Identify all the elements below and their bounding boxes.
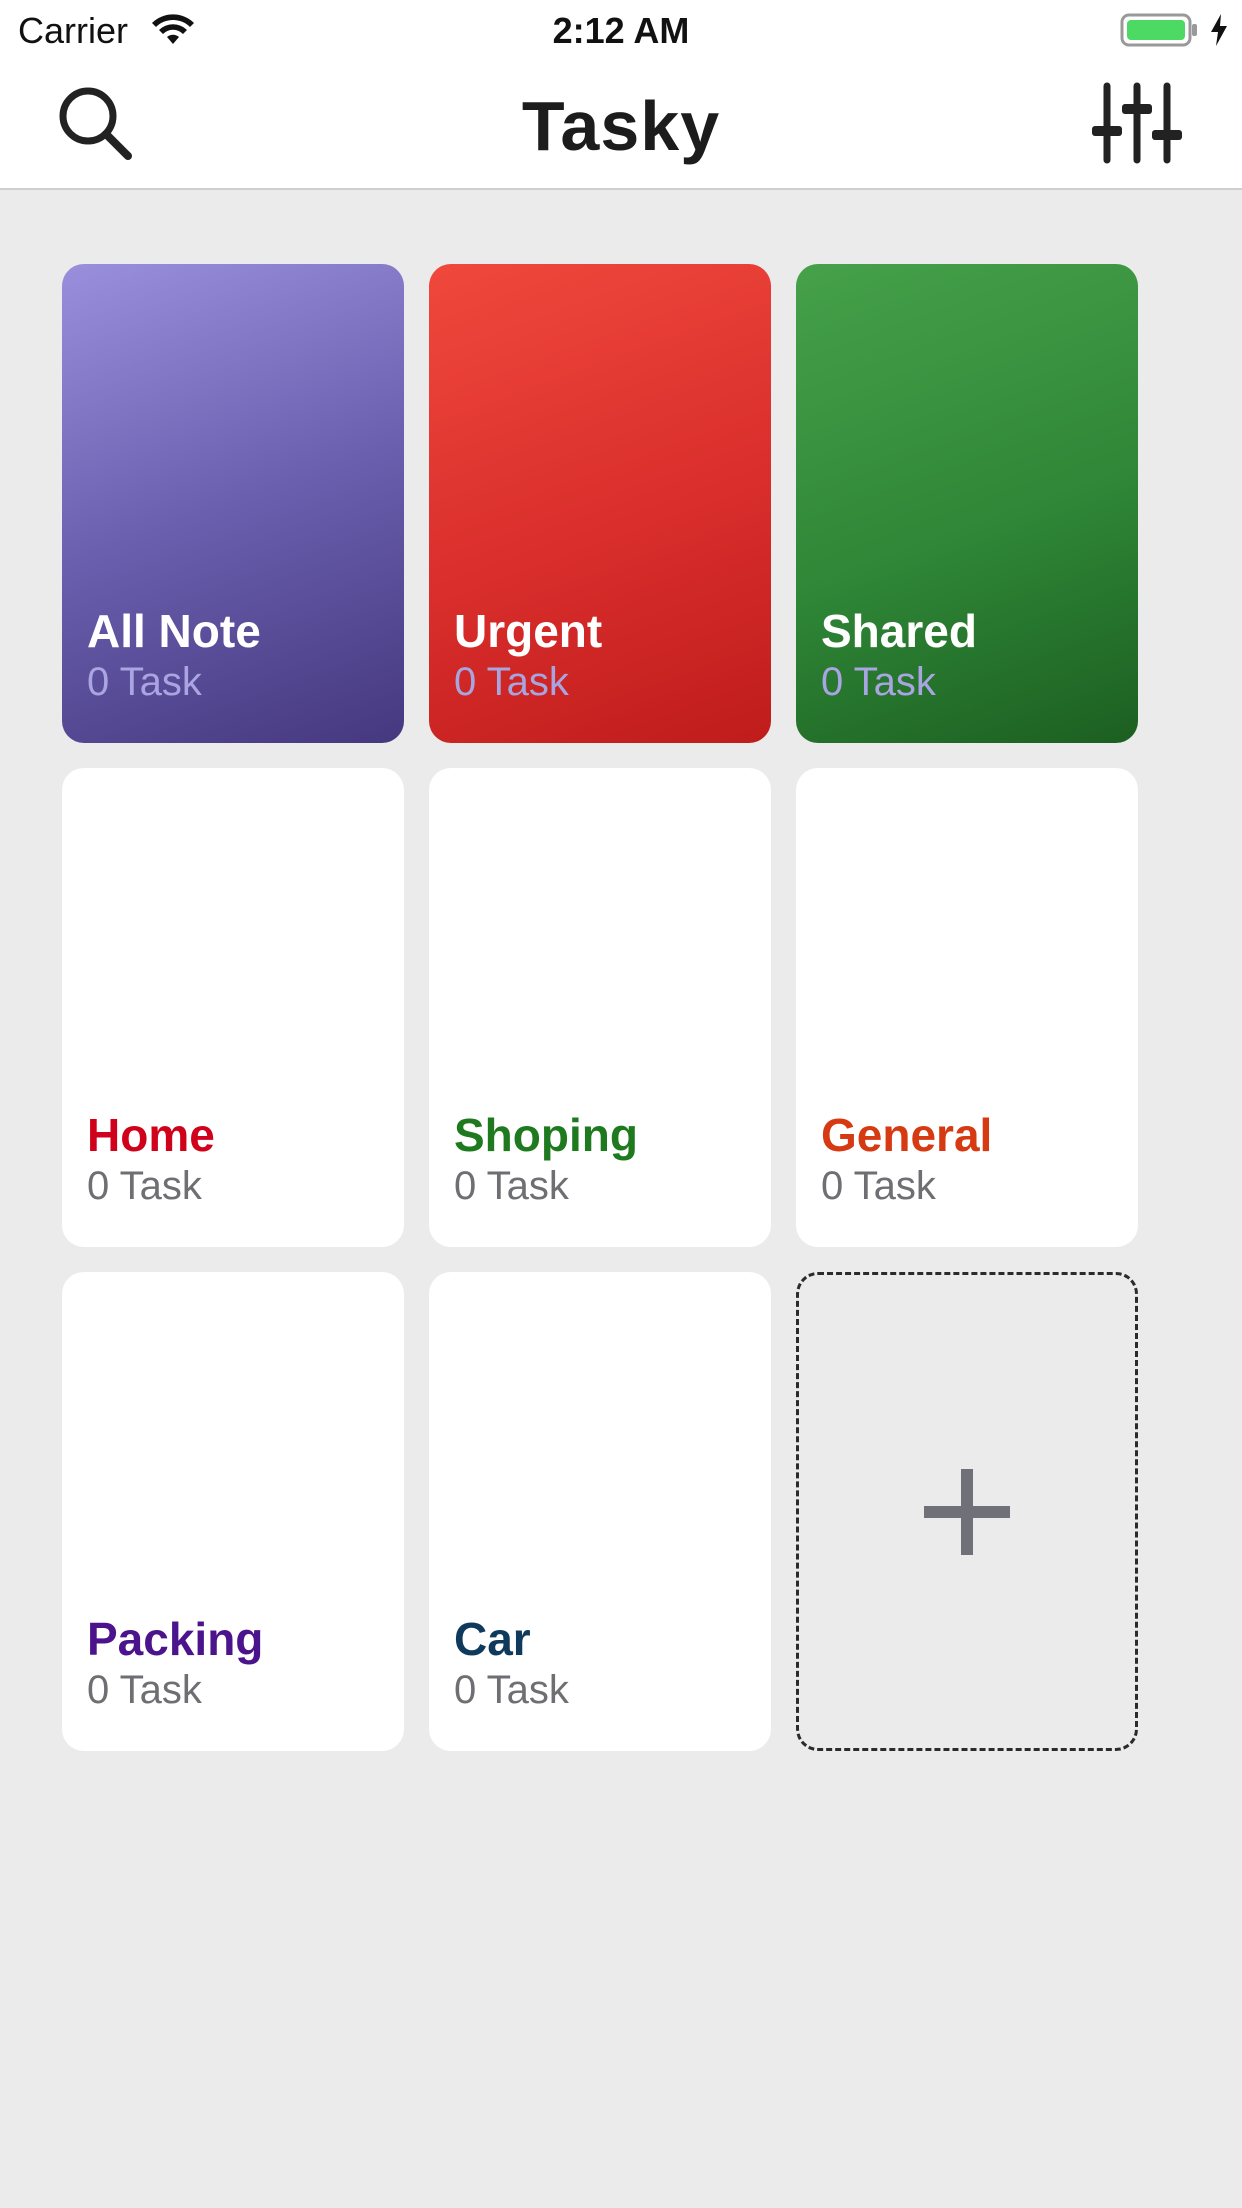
- category-card-shoping[interactable]: Shoping 0 Task: [429, 768, 771, 1247]
- battery-icon: [1120, 13, 1197, 47]
- card-title: Car: [454, 1613, 531, 1665]
- add-category-button[interactable]: [796, 1272, 1138, 1751]
- card-title: Packing: [87, 1613, 264, 1665]
- category-card-car[interactable]: Car 0 Task: [429, 1272, 771, 1751]
- card-title: All Note: [87, 605, 261, 657]
- category-card-general[interactable]: General 0 Task: [796, 768, 1138, 1247]
- card-task-count: 0 Task: [87, 660, 202, 704]
- charging-bolt-icon: [1211, 14, 1227, 46]
- card-title: Home: [87, 1109, 215, 1161]
- card-task-count: 0 Task: [87, 1164, 202, 1208]
- category-card-all-note[interactable]: All Note 0 Task: [62, 264, 404, 743]
- category-card-shared[interactable]: Shared 0 Task: [796, 264, 1138, 743]
- card-title: Shared: [821, 605, 977, 657]
- top-bar: Carrier 2:12 AM Tasky: [0, 0, 1242, 190]
- category-card-packing[interactable]: Packing 0 Task: [62, 1272, 404, 1751]
- card-task-count: 0 Task: [454, 1668, 569, 1712]
- card-task-count: 0 Task: [87, 1668, 202, 1712]
- status-time: 2:12 AM: [552, 10, 690, 51]
- sliders-icon[interactable]: [1090, 82, 1184, 164]
- card-title: Shoping: [454, 1109, 638, 1161]
- card-task-count: 0 Task: [821, 660, 936, 704]
- app-title: Tasky: [521, 87, 721, 165]
- category-card-urgent[interactable]: Urgent 0 Task: [429, 264, 771, 743]
- card-task-count: 0 Task: [821, 1164, 936, 1208]
- card-task-count: 0 Task: [454, 660, 569, 704]
- category-grid: All Note 0 Task Urgent 0 Task Shared 0 T…: [62, 264, 1138, 1751]
- card-task-count: 0 Task: [454, 1164, 569, 1208]
- plus-icon: [924, 1468, 1010, 1555]
- card-title: General: [821, 1109, 993, 1161]
- category-card-home[interactable]: Home 0 Task: [62, 768, 404, 1247]
- card-title: Urgent: [454, 605, 603, 657]
